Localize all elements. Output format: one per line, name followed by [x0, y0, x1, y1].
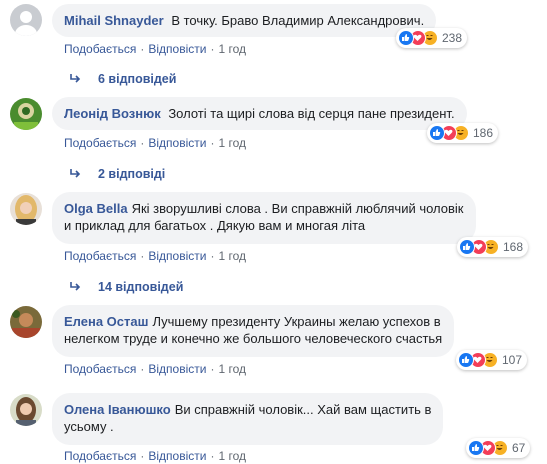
comment-author[interactable]: Елена Осташ — [64, 314, 148, 329]
generic-avatar-icon — [10, 4, 42, 36]
reaction-count: 67 — [512, 441, 526, 455]
like-link[interactable]: Подобається — [64, 362, 136, 376]
comment-text-line2: усьому . — [64, 419, 114, 434]
like-link[interactable]: Подобається — [64, 249, 136, 263]
comment-author[interactable]: Olga Bella — [64, 201, 128, 216]
avatar[interactable] — [10, 98, 42, 130]
reactions-summary[interactable]: 238 — [396, 28, 468, 48]
photo-avatar-icon — [10, 193, 42, 225]
reply-link[interactable]: Відповісти — [148, 449, 206, 463]
comment-actions: Подобається · Відповісти · 1 год — [64, 42, 246, 56]
timestamp[interactable]: 1 год — [218, 449, 246, 463]
reactions-summary[interactable]: 186 — [427, 123, 499, 143]
comment-text-line2: и приклад для багатьох . Дякую вам и мно… — [64, 218, 366, 233]
timestamp[interactable]: 1 год — [218, 362, 246, 376]
reaction-count: 238 — [442, 31, 463, 45]
reply-arrow-icon — [70, 166, 82, 182]
replies-count: 14 відповідей — [98, 280, 184, 294]
like-reaction-icon — [459, 239, 475, 255]
like-reaction-icon — [429, 125, 445, 141]
like-link[interactable]: Подобається — [64, 449, 136, 463]
comment-bubble: Олена Іванюшко Ви справжній чоловік... Ха… — [52, 393, 444, 445]
reply-link[interactable]: Відповісти — [148, 249, 206, 263]
comment-actions: Подобається · Відповісти · 1 год — [64, 136, 246, 150]
reactions-summary[interactable]: 107 — [456, 350, 528, 370]
avatar[interactable] — [10, 4, 42, 36]
like-reaction-icon — [468, 440, 484, 456]
view-replies-link[interactable]: 2 відповіді — [70, 166, 165, 182]
reply-arrow-icon — [70, 279, 82, 295]
reply-link[interactable]: Відповісти — [148, 42, 206, 56]
photo-avatar-icon — [10, 98, 42, 130]
avatar[interactable] — [10, 306, 42, 338]
timestamp[interactable]: 1 год — [218, 42, 246, 56]
comment-bubble: Olga Bella Які зворушливі слова . Ви спра… — [52, 192, 476, 244]
timestamp[interactable]: 1 год — [218, 249, 246, 263]
reaction-count: 186 — [473, 126, 494, 140]
comment-actions: Подобається · Відповісти · 1 год — [64, 362, 246, 376]
comment-author[interactable]: Олена Іванюшко — [64, 402, 171, 417]
comment-actions: Подобається · Відповісти · 1 год — [64, 449, 246, 463]
like-link[interactable]: Подобається — [64, 42, 136, 56]
replies-count: 6 відповідей — [98, 72, 177, 86]
like-reaction-icon — [458, 352, 474, 368]
reply-link[interactable]: Відповісти — [148, 136, 206, 150]
comment-bubble: Mihail Shnayder В точку. Браво Владимир … — [52, 4, 437, 37]
comment-actions: Подобається · Відповісти · 1 год — [64, 249, 246, 263]
comment-bubble: Елена Осташ Лучшему президенту Украины же… — [52, 305, 455, 357]
photo-avatar-icon — [10, 394, 42, 426]
reactions-summary[interactable]: 168 — [457, 237, 529, 257]
comment-text: В точку. Браво Владимир Александрович. — [171, 13, 425, 28]
view-replies-link[interactable]: 6 відповідей — [70, 71, 176, 87]
view-replies-link[interactable]: 14 відповідей — [70, 279, 183, 295]
reaction-count: 107 — [502, 353, 523, 367]
reply-link[interactable]: Відповісти — [148, 362, 206, 376]
reactions-summary[interactable]: 67 — [466, 438, 531, 458]
comment-text: Ви справжній чоловік... Хай вам щастить … — [174, 402, 432, 417]
photo-avatar-icon — [10, 306, 42, 338]
avatar[interactable] — [10, 394, 42, 426]
like-reaction-icon — [398, 30, 414, 46]
comment-text: Які зворушливі слова . Ви справжній любл… — [131, 201, 464, 216]
comment-text-line2: нелегком труде и конечно же большого чел… — [64, 331, 443, 346]
like-link[interactable]: Подобається — [64, 136, 136, 150]
avatar[interactable] — [10, 193, 42, 225]
comment-text: Лучшему президенту Украины желаю успехов… — [152, 314, 441, 329]
replies-count: 2 відповіді — [98, 167, 166, 181]
timestamp[interactable]: 1 год — [218, 136, 246, 150]
reply-arrow-icon — [70, 71, 82, 87]
comment-author[interactable]: Mihail Shnayder — [64, 13, 164, 28]
reaction-count: 168 — [503, 240, 524, 254]
comment-bubble: Леонід Вознюк Золоті та щирі слова від с… — [52, 97, 467, 130]
comment-text: Золоті та щирі слова від серця пане през… — [168, 106, 455, 121]
comment-author[interactable]: Леонід Вознюк — [64, 106, 161, 121]
